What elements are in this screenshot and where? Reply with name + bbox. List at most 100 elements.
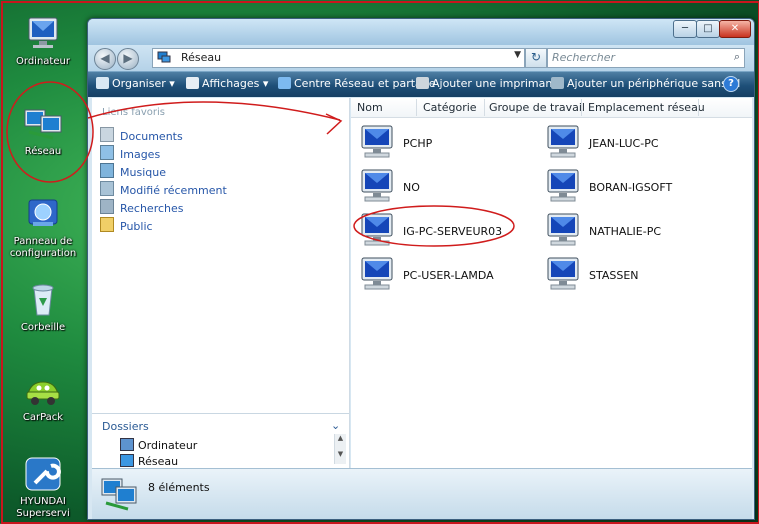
favorite-label: Documents [120, 130, 183, 143]
recycle-bin-icon [32, 284, 54, 316]
favorite-recent[interactable]: Modifié récemment [100, 181, 227, 197]
network-computer-item[interactable]: PCHP [359, 124, 539, 164]
tree-item-reseau[interactable]: Réseau [120, 454, 178, 468]
search-input[interactable]: Rechercher ⌕ [547, 48, 745, 68]
desktop: Ordinateur Réseau Panneau de configurati… [0, 0, 759, 524]
column-location[interactable]: Emplacement réseau [588, 101, 705, 114]
column-name[interactable]: Nom [357, 101, 383, 114]
folder-icon [100, 217, 114, 232]
computer-icon [547, 125, 579, 158]
navigation-bar: ◀ ▶ Réseau ▼ ↻ Rechercher ⌕ [88, 45, 754, 71]
network-computer-item[interactable]: NATHALIE-PC [545, 212, 725, 252]
desktop-label: HYUNDAI Superservi [16, 496, 70, 519]
back-button[interactable]: ◀ [94, 48, 116, 70]
desktop-icon-hyundai[interactable]: HYUNDAI Superservi [3, 456, 83, 520]
favorite-label: Recherches [120, 202, 184, 215]
computer-icon [547, 213, 579, 246]
add-printer-button[interactable]: Ajouter une imprimante [416, 77, 563, 90]
column-separator[interactable] [484, 99, 485, 116]
item-label: BORAN-IGSOFT [589, 181, 673, 194]
address-text: Réseau [181, 51, 222, 64]
column-separator[interactable] [698, 99, 699, 116]
chevron-down-icon[interactable]: ⌄ [331, 419, 340, 432]
computer-icon [547, 257, 579, 290]
network-computer-item[interactable]: PC-USER-LAMDA [359, 256, 539, 296]
chevron-down-icon: ▾ [262, 77, 269, 90]
network-computer-item[interactable]: STASSEN [545, 256, 725, 296]
refresh-button[interactable]: ↻ [525, 48, 547, 68]
network-computer-item[interactable]: IG-PC-SERVEUR03 [359, 212, 539, 252]
network-icon [278, 77, 291, 89]
title-bar[interactable]: ─ □ ✕ [88, 19, 754, 45]
status-bar: 8 éléments [92, 468, 752, 519]
network-center-button[interactable]: Centre Réseau et partage [278, 77, 436, 90]
explorer-window: ─ □ ✕ ◀ ▶ Réseau ▼ ↻ Rechercher ⌕ Organi… [87, 18, 755, 520]
computer-icon [361, 125, 393, 158]
computer-icon [361, 257, 393, 290]
desktop-label: Panneau de configuration [9, 236, 77, 259]
network-computer-item[interactable]: NO [359, 168, 539, 208]
favorite-label: Musique [120, 166, 166, 179]
favorite-documents[interactable]: Documents [100, 127, 183, 143]
wrench-icon [25, 457, 61, 491]
chevron-down-icon: ▾ [169, 77, 175, 90]
item-label: IG-PC-SERVEUR03 [403, 225, 503, 238]
folders-title[interactable]: Dossiers [102, 420, 149, 433]
chevron-down-icon[interactable]: ▼ [514, 50, 521, 60]
computer-icon [28, 17, 58, 48]
forward-button[interactable]: ▶ [117, 48, 139, 70]
organize-button[interactable]: Organiser ▾ [96, 77, 175, 90]
favorite-musique[interactable]: Musique [100, 163, 166, 179]
desktop-icon-panneau[interactable]: Panneau de configuration [3, 196, 83, 260]
documents-icon [100, 127, 114, 142]
recent-icon [100, 181, 114, 196]
computer-icon [120, 438, 134, 451]
help-button[interactable]: ? [723, 76, 739, 92]
item-label: JEAN-LUC-PC [589, 137, 659, 150]
address-bar[interactable]: Réseau ▼ [152, 48, 525, 68]
network-icon [157, 51, 171, 63]
computer-icon [547, 169, 579, 202]
refresh-icon: ↻ [530, 50, 542, 64]
control-panel-icon [28, 199, 58, 226]
search-icon[interactable]: ⌕ [734, 50, 740, 64]
column-category[interactable]: Catégorie [423, 101, 477, 114]
favorite-public[interactable]: Public [100, 217, 153, 233]
desktop-icon-ordinateur[interactable]: Ordinateur [3, 16, 83, 68]
desktop-icon-corbeille[interactable]: Corbeille [3, 282, 83, 334]
desktop-label: Corbeille [20, 322, 66, 333]
item-label: PC-USER-LAMDA [403, 269, 494, 282]
forward-arrow-icon: ▶ [123, 51, 133, 65]
back-arrow-icon: ◀ [100, 51, 110, 65]
favorite-images[interactable]: Images [100, 145, 160, 161]
minimize-button[interactable]: ─ [673, 20, 697, 38]
wireless-device-icon [551, 77, 564, 89]
tree-item-ordinateur[interactable]: Ordinateur [120, 438, 197, 452]
search-folder-icon [100, 199, 114, 214]
desktop-label: CarPack [22, 412, 64, 423]
column-separator[interactable] [416, 99, 417, 116]
desktop-label: Ordinateur [16, 56, 70, 67]
maximize-button[interactable]: □ [696, 20, 720, 38]
column-workgroup[interactable]: Groupe de travail [489, 101, 585, 114]
scrollbar[interactable]: ▲ ▼ [334, 434, 346, 464]
item-label: STASSEN [589, 269, 639, 282]
add-printer-label: Ajouter une imprimante [432, 77, 564, 90]
add-wireless-button[interactable]: Ajouter un périphérique sans fil [551, 77, 740, 90]
network-computer-item[interactable]: JEAN-LUC-PC [545, 124, 725, 164]
favorite-recherches[interactable]: Recherches [100, 199, 184, 215]
column-separator[interactable] [581, 99, 582, 116]
computer-icon [361, 213, 393, 246]
column-headers: Nom Catégorie Groupe de travail Emplacem… [351, 98, 752, 118]
file-list: Nom Catégorie Groupe de travail Emplacem… [351, 98, 752, 468]
views-button[interactable]: Affichages ▾ [186, 77, 268, 90]
desktop-icon-carpack[interactable]: CarPack [3, 372, 83, 424]
pictures-icon [100, 145, 114, 160]
favorite-label: Modifié récemment [120, 184, 227, 197]
views-icon [186, 77, 199, 89]
music-icon [100, 163, 114, 178]
command-toolbar: Organiser ▾ Affichages ▾ Centre Réseau e… [88, 71, 754, 97]
desktop-icon-reseau[interactable]: Réseau [3, 106, 83, 158]
close-button[interactable]: ✕ [719, 20, 751, 38]
network-computer-item[interactable]: BORAN-IGSOFT [545, 168, 725, 208]
